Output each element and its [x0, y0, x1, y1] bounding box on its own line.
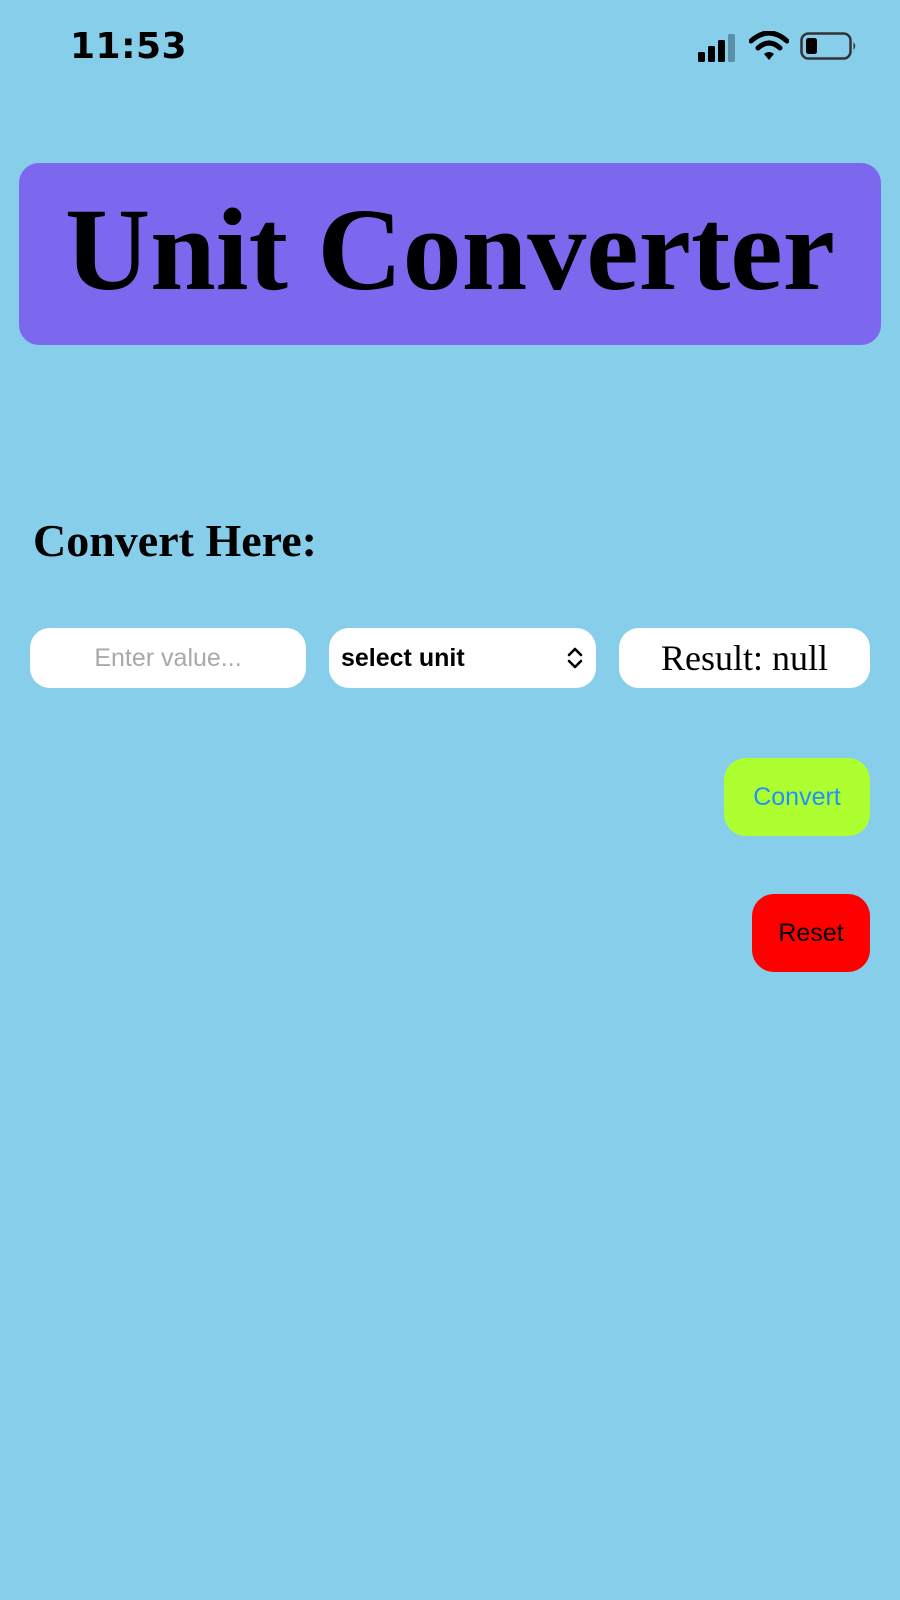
signal-icon	[698, 34, 735, 62]
reset-button[interactable]: Reset	[752, 894, 870, 972]
app-title: Unit Converter	[64, 184, 836, 315]
unit-select[interactable]: select unit	[329, 628, 596, 688]
convert-heading: Convert Here:	[33, 515, 317, 566]
header-banner: Unit Converter	[19, 163, 881, 345]
wifi-icon	[749, 31, 789, 60]
battery-icon	[800, 32, 856, 60]
unit-select-value: select unit	[341, 643, 465, 672]
status-time: 11:53	[70, 26, 188, 67]
value-input[interactable]	[30, 628, 306, 688]
result-display: Result: null	[619, 628, 870, 688]
convert-button[interactable]: Convert	[724, 758, 870, 836]
chevron-updown-icon	[567, 647, 583, 669]
status-bar: 11:53	[0, 0, 900, 96]
